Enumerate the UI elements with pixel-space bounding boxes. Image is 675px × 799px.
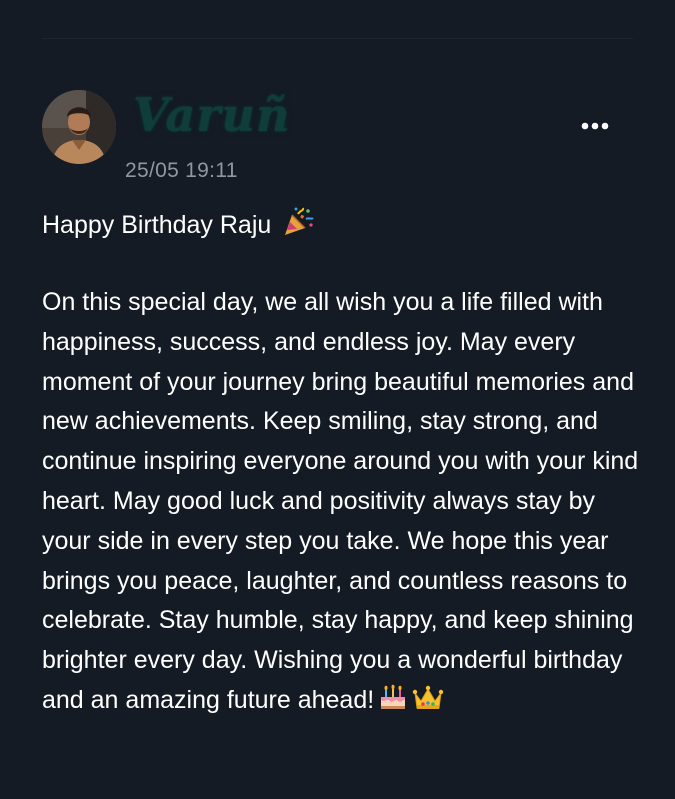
avatar[interactable] (42, 90, 116, 164)
divider (42, 38, 633, 39)
post-card: Varuñ 25/05 19:11 Happy Birthday Raju On… (0, 0, 675, 799)
birthday-cake-icon (378, 682, 408, 725)
more-icon (581, 122, 609, 130)
avatar-image (42, 90, 116, 164)
author-name[interactable]: Varuñ (133, 84, 293, 146)
post-timestamp: 25/05 19:11 (125, 159, 238, 182)
crown-icon (412, 684, 444, 725)
post-title: Happy Birthday Raju (42, 211, 272, 239)
post-body: On this special day, we all wish you a l… (42, 288, 639, 714)
post-body-text: On this special day, we all wish you a l… (42, 283, 642, 725)
party-popper-icon (282, 207, 314, 249)
more-options-button[interactable] (578, 112, 612, 140)
post-title-line: Happy Birthday Raju (42, 205, 314, 249)
